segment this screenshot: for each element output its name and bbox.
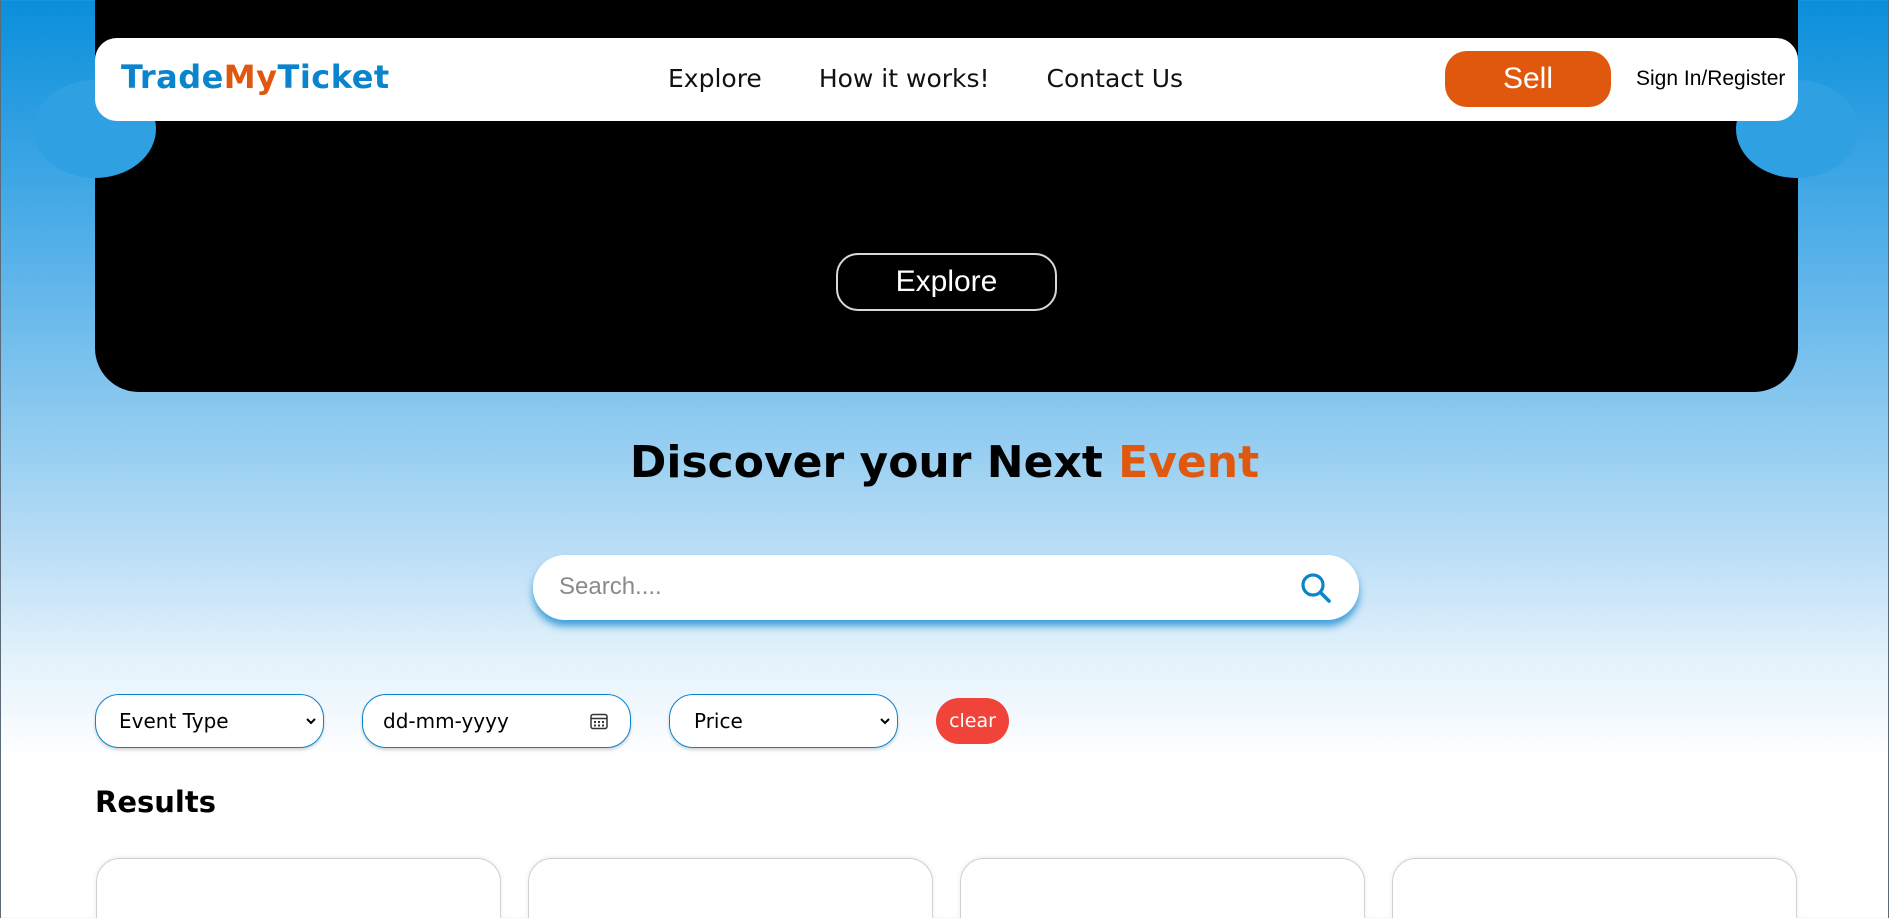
logo-part-trade: Trade: [121, 58, 224, 96]
hero-explore-button[interactable]: Explore: [836, 253, 1057, 311]
nav-link-contact-us[interactable]: Contact Us: [1047, 64, 1184, 93]
result-card[interactable]: [960, 858, 1365, 918]
search-bar: [533, 555, 1359, 620]
price-selected-value: Price: [694, 709, 743, 733]
sign-in-register-link[interactable]: Sign In/Register: [1636, 67, 1785, 91]
page-heading: Discover your Next Event: [0, 437, 1889, 488]
results-heading: Results: [95, 785, 216, 819]
calendar-icon[interactable]: [589, 711, 609, 731]
result-card[interactable]: [96, 858, 501, 918]
nav-links: Explore How it works! Contact Us: [668, 64, 1183, 93]
result-card[interactable]: [1392, 858, 1797, 918]
nav-link-explore[interactable]: Explore: [668, 64, 762, 93]
event-type-selected-value: Event Type: [119, 709, 229, 733]
navbar: TradeMyTicket Explore How it works! Cont…: [95, 38, 1798, 121]
search-icon[interactable]: [1299, 571, 1333, 605]
clear-filters-button[interactable]: clear: [936, 698, 1009, 744]
event-type-select[interactable]: Event Type: [95, 694, 324, 748]
logo[interactable]: TradeMyTicket: [121, 58, 390, 96]
result-card[interactable]: [528, 858, 933, 918]
search-input[interactable]: [559, 565, 1259, 609]
date-field-value: dd-mm-yyyy: [383, 709, 509, 733]
heading-main-text: Discover your Next: [629, 437, 1119, 488]
logo-part-my: My: [223, 58, 278, 96]
date-field[interactable]: dd-mm-yyyy: [362, 694, 631, 748]
price-select[interactable]: Price: [669, 694, 898, 748]
heading-accent-text: Event: [1118, 437, 1260, 488]
chevron-down-icon: [880, 718, 890, 725]
sell-button[interactable]: Sell: [1445, 51, 1611, 107]
chevron-down-icon: [306, 718, 316, 725]
logo-part-ticket: Ticket: [277, 58, 390, 96]
nav-link-how-it-works[interactable]: How it works!: [819, 64, 990, 93]
